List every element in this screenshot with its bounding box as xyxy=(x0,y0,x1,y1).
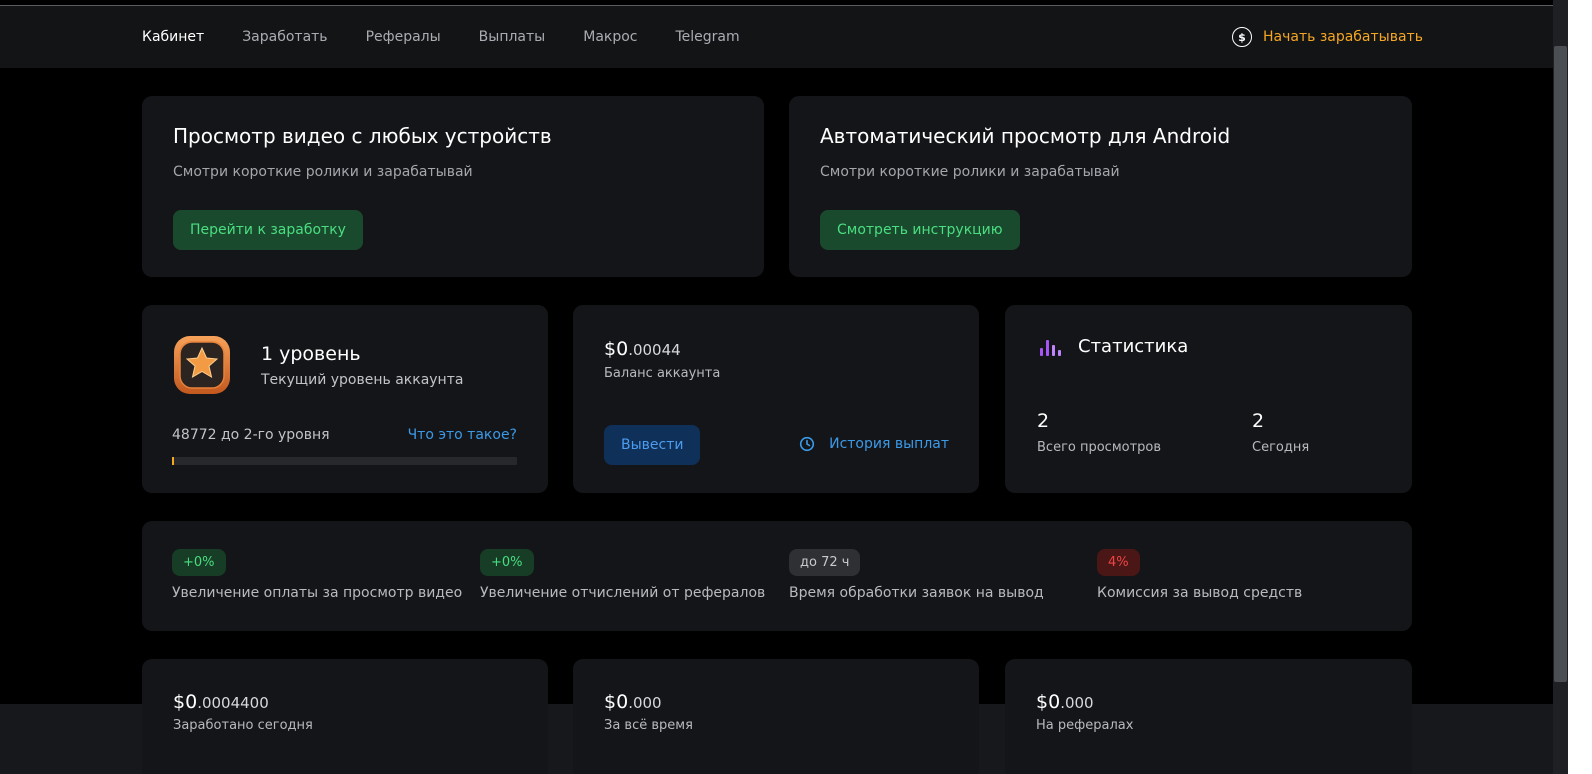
start-earning-button[interactable]: $ Начать зарабатывать xyxy=(1232,6,1423,68)
bar-chart-icon xyxy=(1038,336,1062,358)
nav-item-earn[interactable]: Заработать xyxy=(242,29,327,45)
feature-badge-referral-bonus: +0% xyxy=(480,549,534,576)
nav-item-cabinet[interactable]: Кабинет xyxy=(142,29,204,45)
nav-menu: Кабинет Заработать Рефералы Выплаты Макр… xyxy=(142,6,778,68)
balance-amount: $0.00044 xyxy=(604,338,681,360)
stats-card: Статистика 2 Всего просмотров 2 Сегодня xyxy=(1005,305,1412,493)
feature-badge-video-bonus: +0% xyxy=(172,549,226,576)
earned-referrals-card: $0.000 На рефералах xyxy=(1005,659,1412,774)
earned-total-amount: $0.000 xyxy=(604,691,662,713)
nav-item-referrals[interactable]: Рефералы xyxy=(366,29,441,45)
today-views-value: 2 xyxy=(1252,410,1265,432)
promo-card-video: Просмотр видео с любых устройств Смотри … xyxy=(142,96,764,277)
promo-title: Автоматический просмотр для Android xyxy=(820,124,1231,148)
features-card: +0% Увеличение оплаты за просмотр видео … xyxy=(142,521,1412,631)
earned-today-label: Заработано сегодня xyxy=(173,718,313,733)
level-title: 1 уровень xyxy=(261,343,361,365)
balance-label: Баланс аккаунта xyxy=(604,366,721,381)
nav-item-telegram[interactable]: Telegram xyxy=(676,29,740,45)
go-earn-button[interactable]: Перейти к заработку xyxy=(173,210,363,250)
history-icon xyxy=(799,436,815,452)
feature-label-referral-bonus: Увеличение отчислений от рефералов xyxy=(480,585,766,601)
promo-subtitle: Смотри короткие ролики и зарабатывай xyxy=(820,164,1120,180)
view-instruction-button[interactable]: Смотреть инструкцию xyxy=(820,210,1020,250)
earned-today-card: $0.0004400 Заработано сегодня xyxy=(142,659,548,774)
feature-label-processing-time: Время обработки заявок на вывод xyxy=(789,585,1044,601)
feature-label-video-bonus: Увеличение оплаты за просмотр видео xyxy=(172,585,463,601)
feature-badge-processing-time: до 72 ч xyxy=(789,549,861,576)
withdraw-button[interactable]: Вывести xyxy=(604,425,701,465)
promo-subtitle: Смотри короткие ролики и зарабатывай xyxy=(173,164,473,180)
total-views-value: 2 xyxy=(1037,410,1050,432)
payout-history-link[interactable]: История выплат xyxy=(799,436,949,452)
level-card: 1 уровень Текущий уровень аккаунта 48772… xyxy=(142,305,548,493)
earned-total-card: $0.000 За всё время xyxy=(573,659,979,774)
today-views-label: Сегодня xyxy=(1252,440,1310,455)
scrollbar-thumb[interactable] xyxy=(1554,46,1567,682)
feature-badge-commission: 4% xyxy=(1097,549,1140,576)
promo-title: Просмотр видео с любых устройств xyxy=(173,124,552,148)
earned-referrals-frac: .000 xyxy=(1060,694,1094,712)
promo-card-android: Автоматический просмотр для Android Смот… xyxy=(789,96,1412,277)
earned-referrals-main: $0 xyxy=(1036,691,1061,713)
balance-frac: .00044 xyxy=(628,341,681,359)
nav-item-payouts[interactable]: Выплаты xyxy=(479,29,546,45)
level-progress-bar xyxy=(172,457,517,465)
level-progress-text: 48772 до 2-го уровня xyxy=(172,427,330,443)
start-earning-label: Начать зарабатывать xyxy=(1263,29,1423,45)
earned-today-main: $0 xyxy=(173,691,198,713)
earned-today-amount: $0.0004400 xyxy=(173,691,269,713)
stats-title: Статистика xyxy=(1078,336,1189,357)
feature-label-commission: Комиссия за вывод средств xyxy=(1097,585,1303,601)
balance-main: $0 xyxy=(604,338,629,360)
top-nav: Кабинет Заработать Рефералы Выплаты Макр… xyxy=(0,6,1553,68)
nav-item-macros[interactable]: Макрос xyxy=(583,29,637,45)
window-edge xyxy=(1568,0,1592,774)
earned-referrals-amount: $0.000 xyxy=(1036,691,1094,713)
earned-today-frac: .0004400 xyxy=(197,694,269,712)
level-subtitle: Текущий уровень аккаунта xyxy=(261,372,464,388)
earned-total-frac: .000 xyxy=(628,694,662,712)
total-views-label: Всего просмотров xyxy=(1037,440,1162,455)
balance-card: $0.00044 Баланс аккаунта Вывести История… xyxy=(573,305,979,493)
payout-history-label: История выплат xyxy=(829,436,949,452)
dollar-circle-icon: $ xyxy=(1232,27,1252,47)
earned-total-label: За всё время xyxy=(604,718,693,733)
star-badge-icon xyxy=(171,333,233,397)
what-is-this-link[interactable]: Что это такое? xyxy=(408,427,517,443)
level-progress-fill xyxy=(172,457,174,465)
earned-total-main: $0 xyxy=(604,691,629,713)
earned-referrals-label: На рефералах xyxy=(1036,718,1134,733)
